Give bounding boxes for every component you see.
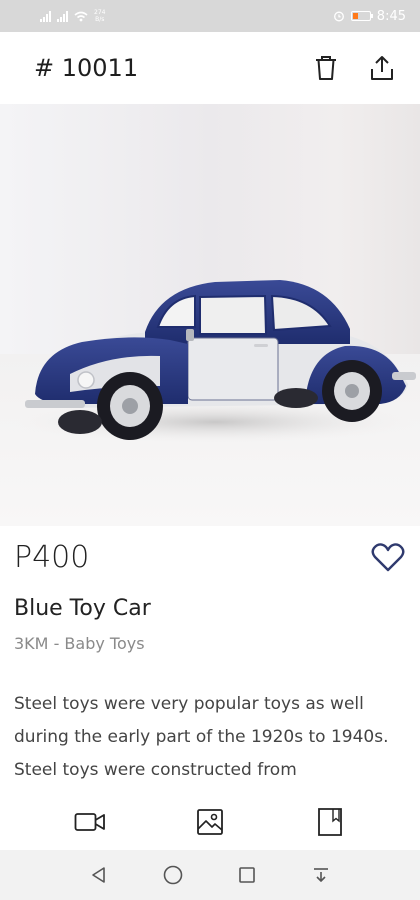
system-nav-bar — [0, 850, 420, 900]
share-icon — [371, 56, 393, 80]
nav-notification-button[interactable] — [308, 862, 334, 888]
status-right: 8:45 — [333, 9, 406, 24]
media-action-bar — [0, 796, 420, 848]
notification-down-icon — [314, 868, 328, 882]
home-circle-icon — [163, 865, 183, 885]
share-button[interactable] — [364, 50, 400, 86]
product-price: P400 — [14, 540, 90, 575]
network-speed: 274 B/s — [94, 9, 105, 23]
product-photo[interactable] — [0, 104, 420, 526]
document-button[interactable] — [310, 802, 350, 842]
nav-back-button[interactable] — [86, 862, 112, 888]
alarm-icon — [333, 11, 344, 22]
heart-icon — [371, 543, 405, 572]
video-button[interactable] — [70, 802, 110, 842]
trash-icon — [316, 56, 336, 80]
delete-button[interactable] — [308, 50, 344, 86]
listing-id-title: # 10011 — [34, 54, 139, 82]
status-time: 8:45 — [376, 8, 406, 24]
status-bar: 274 B/s 8:45 — [0, 0, 420, 32]
video-camera-icon — [74, 813, 105, 831]
recents-square-icon — [239, 867, 255, 883]
nav-home-button[interactable] — [160, 862, 186, 888]
favorite-button[interactable] — [370, 542, 406, 574]
back-triangle-icon — [92, 867, 105, 883]
product-meta: 3KM - Baby Toys — [14, 634, 145, 653]
speed-value: 274 — [94, 9, 106, 16]
wifi-icon — [74, 11, 88, 21]
signal-icon — [40, 10, 51, 22]
toy-car-photo — [0, 104, 420, 526]
top-app-bar: # 10011 — [0, 32, 420, 104]
product-description: Steel toys were very popular toys as wel… — [14, 694, 389, 780]
speed-unit: B/s — [95, 16, 105, 23]
image-icon — [197, 809, 223, 835]
battery-icon — [350, 11, 373, 21]
gallery-button[interactable] — [190, 802, 230, 842]
product-name: Blue Toy Car — [14, 596, 151, 621]
status-left: 274 B/s — [40, 9, 105, 23]
nav-recents-button[interactable] — [234, 862, 260, 888]
signal-icon — [57, 10, 68, 22]
document-icon — [318, 808, 342, 836]
battery-fill — [352, 13, 359, 19]
